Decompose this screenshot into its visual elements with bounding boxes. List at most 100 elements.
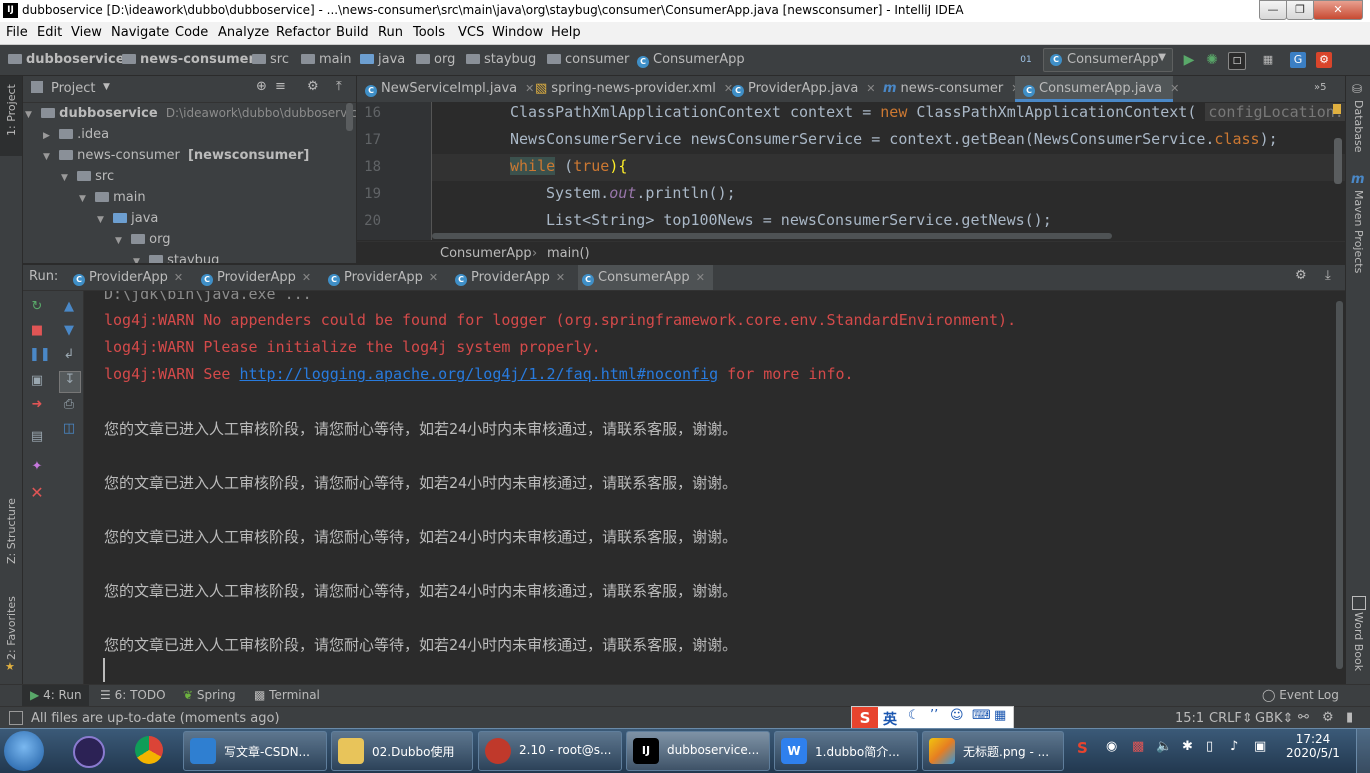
taskbar-item-paint[interactable]: 无标题.png - ... bbox=[922, 731, 1064, 771]
crumb-staybug[interactable]: staybug bbox=[466, 52, 536, 67]
gear-icon[interactable]: ⚙ bbox=[1295, 268, 1307, 283]
translate-icon[interactable]: G bbox=[1290, 52, 1306, 68]
close-window-button[interactable]: ✕ bbox=[1313, 0, 1363, 20]
tree-item-org[interactable]: ▼ org bbox=[115, 229, 170, 250]
moon-icon[interactable]: ☾ bbox=[908, 708, 920, 723]
taskbar-item-intellij[interactable]: IJ dubboservice... bbox=[626, 731, 770, 771]
crumb-src[interactable]: src bbox=[252, 52, 289, 67]
menu-window[interactable]: Window bbox=[492, 25, 543, 40]
collapse-all-icon[interactable]: ≡ bbox=[275, 79, 286, 94]
menu-refactor[interactable]: Refactor bbox=[276, 25, 331, 40]
close-icon[interactable]: ✕ bbox=[302, 271, 311, 284]
console-hyperlink[interactable]: http://logging.apache.org/log4j/1.2/faq.… bbox=[239, 365, 718, 383]
menu-code[interactable]: Code bbox=[175, 25, 208, 40]
tray-icon[interactable]: ◉ bbox=[1106, 739, 1117, 754]
pin-icon[interactable]: ✦ bbox=[29, 459, 45, 475]
menu-view[interactable]: View bbox=[71, 25, 102, 40]
speaker-icon[interactable]: ♪ bbox=[1230, 739, 1238, 754]
tree-item-news-consumer[interactable]: ▼ news-consumer [newsconsumer] bbox=[43, 145, 309, 166]
trash-icon[interactable]: ◫ bbox=[61, 421, 77, 437]
word-book-stripe-label[interactable]: Word Book bbox=[1352, 612, 1365, 671]
tab-news-consumer-pom[interactable]: mnews-consumer✕ bbox=[875, 76, 1020, 102]
tabs-overflow-indicator[interactable]: »5 bbox=[1314, 82, 1327, 93]
bluetooth-icon[interactable]: ✱ bbox=[1182, 739, 1193, 754]
run-tab-providerapp-1[interactable]: C ProviderApp ✕ bbox=[73, 265, 183, 290]
run-tab-consumerapp[interactable]: C ConsumerApp ✕ bbox=[578, 265, 713, 290]
run-icon[interactable]: ▶ bbox=[1181, 52, 1197, 68]
tray-icon[interactable]: ▩ bbox=[1132, 739, 1144, 754]
menu-build[interactable]: Build bbox=[336, 25, 369, 40]
cursor-position[interactable]: 15:1 bbox=[1175, 711, 1204, 726]
tab-consumerapp[interactable]: C ConsumerApp.java ✕ bbox=[1015, 76, 1179, 102]
run-tool-tab[interactable]: ▶ 4: Run bbox=[30, 688, 82, 702]
line-separator[interactable]: CRLF⇕ bbox=[1209, 711, 1253, 726]
crumb-org[interactable]: org bbox=[416, 52, 455, 67]
rerun-icon[interactable]: ↻ bbox=[29, 299, 45, 315]
maximize-button[interactable]: ❐ bbox=[1286, 0, 1314, 20]
grid-icon[interactable]: ▦ bbox=[994, 708, 1006, 723]
run-tab-providerapp-3[interactable]: C ProviderApp ✕ bbox=[328, 265, 438, 290]
close-icon[interactable]: ✕ bbox=[1170, 82, 1179, 95]
crumb-java[interactable]: java bbox=[360, 52, 405, 67]
favorites-stripe-label[interactable]: 2: Favorites bbox=[5, 596, 18, 660]
scroll-to-end-icon[interactable]: ↧ bbox=[59, 371, 81, 393]
console-output[interactable]: D:\jdk\bin\java.exe ... log4j:WARN No ap… bbox=[84, 291, 1334, 684]
menu-edit[interactable]: Edit bbox=[37, 25, 62, 40]
layout-icon[interactable]: ▤ bbox=[29, 429, 45, 445]
menu-run[interactable]: Run bbox=[378, 25, 403, 40]
menu-navigate[interactable]: Navigate bbox=[111, 25, 169, 40]
eclipse-quicklaunch[interactable] bbox=[66, 731, 106, 769]
project-structure-icon[interactable]: ▦ bbox=[1260, 52, 1276, 68]
chrome-quicklaunch[interactable] bbox=[128, 731, 168, 769]
tree-item-staybug[interactable]: ▼ staybug bbox=[133, 250, 219, 263]
console-scrollbar-thumb[interactable] bbox=[1336, 301, 1343, 669]
sogou-tray-icon[interactable]: S bbox=[1077, 739, 1088, 757]
spring-tool-tab[interactable]: ❦ Spring bbox=[183, 688, 236, 702]
emoji-icon[interactable]: ☺ bbox=[950, 708, 964, 723]
taskbar-item-dubbo-folder[interactable]: 02.Dubbo使用 bbox=[331, 731, 473, 771]
pause-icon[interactable]: ❚❚ bbox=[29, 347, 51, 363]
tree-item-main[interactable]: ▼ main bbox=[79, 187, 146, 208]
up-arrow-icon[interactable]: ▲ bbox=[61, 299, 77, 315]
todo-tool-tab[interactable]: ☰ 6: TODO bbox=[100, 688, 166, 702]
crumb-consumer[interactable]: consumer bbox=[547, 52, 629, 67]
breadcrumb-method[interactable]: main() bbox=[547, 246, 590, 261]
close-icon[interactable]: ✕ bbox=[174, 271, 183, 284]
run-tab-providerapp-4[interactable]: C ProviderApp ✕ bbox=[455, 265, 565, 290]
file-encoding[interactable]: GBK⇕ bbox=[1255, 711, 1293, 726]
run-config-selector[interactable]: C ConsumerApp ▼ bbox=[1043, 48, 1173, 72]
editor-horizontal-scrollbar[interactable] bbox=[432, 233, 1112, 239]
menu-tools[interactable]: Tools bbox=[413, 25, 445, 40]
coverage-icon[interactable]: □ bbox=[1228, 52, 1246, 70]
tree-item-idea[interactable]: ▶ .idea bbox=[43, 124, 109, 145]
keyboard-icon[interactable]: ⌨ bbox=[972, 708, 991, 723]
project-view-selector[interactable]: Project bbox=[51, 81, 95, 96]
crumb-consumerapp[interactable]: C ConsumerApp bbox=[637, 52, 745, 68]
menu-help[interactable]: Help bbox=[551, 25, 581, 40]
dump-threads-icon[interactable]: ▣ bbox=[29, 373, 45, 389]
console-scrollbar-track[interactable] bbox=[1334, 291, 1345, 684]
debug-icon[interactable]: ✺ bbox=[1204, 52, 1220, 68]
exit-icon[interactable]: ➜ bbox=[29, 397, 45, 413]
breadcrumb-class[interactable]: ConsumerApp bbox=[440, 246, 532, 261]
tab-providerapp[interactable]: C ProviderApp.java ✕ bbox=[724, 76, 876, 102]
close-icon[interactable]: ✕ bbox=[429, 271, 438, 284]
tree-item-dubboservice[interactable]: ▼ dubboservice D:\ideawork\dubbo\dubbose… bbox=[25, 103, 356, 124]
menu-analyze[interactable]: Analyze bbox=[218, 25, 269, 40]
menu-vcs[interactable]: VCS bbox=[458, 25, 484, 40]
down-arrow-icon[interactable]: ▼ bbox=[61, 323, 77, 339]
maven-stripe-label[interactable]: Maven Projects bbox=[1352, 190, 1365, 273]
crumb-news-consumer[interactable]: news-consumer bbox=[122, 52, 255, 67]
usb-icon[interactable]: ▯ bbox=[1206, 739, 1213, 754]
tree-item-src[interactable]: ▼ src bbox=[61, 166, 114, 187]
event-icon[interactable]: ▮ bbox=[1346, 710, 1353, 725]
show-desktop-button[interactable] bbox=[1356, 729, 1370, 773]
build-icon[interactable]: 01 bbox=[1018, 52, 1034, 68]
network-icon[interactable]: ▣ bbox=[1254, 739, 1266, 754]
close-icon[interactable]: ✕ bbox=[556, 271, 565, 284]
ime-language-toggle[interactable]: 英 bbox=[883, 709, 897, 729]
crumb-dubboservice[interactable]: dubboservice bbox=[8, 52, 125, 67]
volume-tray-icon[interactable]: 🔈 bbox=[1156, 739, 1172, 754]
locate-icon[interactable]: ⊕ bbox=[256, 79, 267, 94]
punctuation-icon[interactable]: ’’ bbox=[930, 708, 938, 723]
